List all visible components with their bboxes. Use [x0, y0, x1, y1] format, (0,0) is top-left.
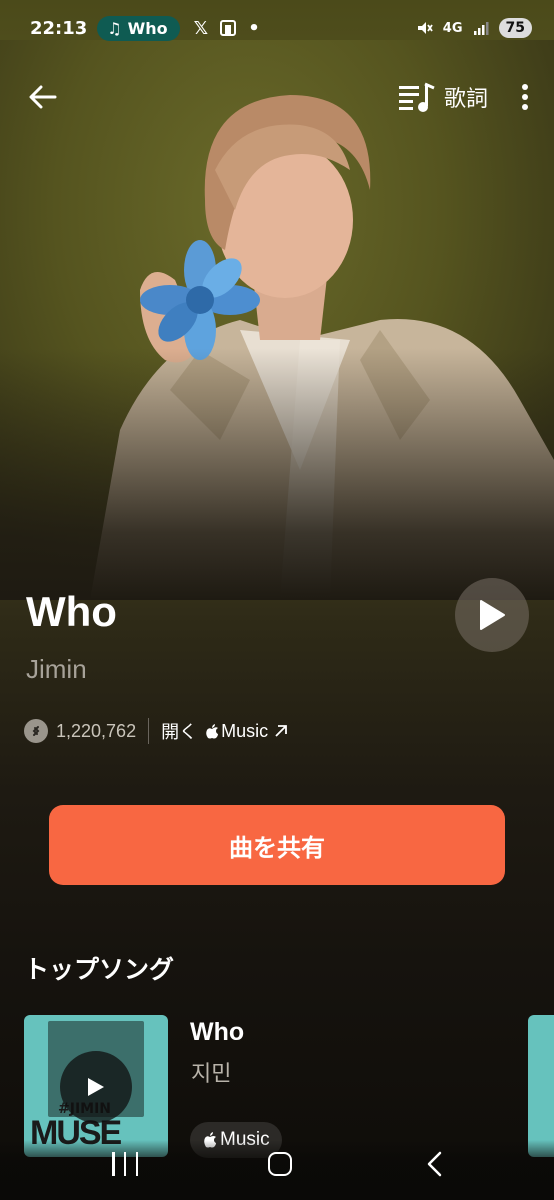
now-playing-label: Who [127, 18, 168, 38]
battery-indicator: 75 [498, 18, 532, 38]
shazam-icon [24, 719, 48, 743]
shazam-count: 1,220,762 [56, 720, 137, 741]
x-icon: 𝕏 [193, 17, 209, 39]
play-button[interactable] [455, 578, 529, 652]
more-options-button[interactable] [518, 82, 532, 112]
status-time: 22:13 [30, 17, 88, 39]
section-title-top-songs: トップソング [24, 955, 175, 984]
more-vertical-icon [522, 84, 528, 110]
network-label: 4G [442, 20, 463, 36]
external-link-icon [275, 725, 287, 737]
recents-button[interactable] [112, 1152, 138, 1176]
divider [148, 718, 150, 744]
dot-icon: • [248, 17, 260, 39]
lyrics-label: 歌詞 [443, 87, 488, 112]
meta-row: 1,220,762 開く Music [24, 718, 288, 744]
song-title: Who [26, 588, 117, 635]
hero-gradient-overlay [0, 40, 554, 600]
screen: 22:13 ♫ Who 𝕏 • 4G 75 歌詞 Who Jimin 1,220… [0, 0, 554, 1200]
next-song-artwork[interactable] [528, 1015, 554, 1157]
open-label[interactable]: 開く [161, 718, 197, 744]
card-play-button[interactable] [60, 1051, 132, 1123]
top-song-artist: 지민 [191, 1062, 232, 1087]
play-icon [88, 1078, 104, 1096]
signal-icon [473, 22, 489, 35]
hero-artwork [0, 40, 554, 600]
arrow-left-icon [29, 85, 57, 109]
status-bar: 22:13 ♫ Who 𝕏 • 4G 75 [0, 0, 554, 56]
cast-icon [220, 20, 237, 36]
share-song-button[interactable]: 曲を共有 [49, 805, 505, 885]
top-nav: 歌詞 [0, 72, 554, 122]
play-icon [480, 600, 505, 630]
mute-icon [417, 22, 433, 34]
apple-icon [206, 724, 219, 739]
music-note-icon: ♫ [107, 18, 122, 38]
back-button[interactable] [28, 82, 58, 112]
song-artist[interactable]: Jimin [26, 654, 87, 685]
apple-music-link[interactable]: Music [205, 721, 268, 742]
top-song-artwork[interactable]: #JIMIN MUSE [24, 1015, 168, 1157]
chevron-left-icon [427, 1151, 442, 1177]
lyrics-icon [398, 82, 435, 112]
apple-music-label: Music [221, 720, 269, 741]
top-song-title[interactable]: Who [190, 1018, 244, 1047]
system-icons: 4G 75 [415, 18, 532, 38]
lyrics-button[interactable]: 歌詞 [398, 81, 488, 113]
home-button[interactable] [268, 1152, 292, 1176]
now-playing-pill[interactable]: ♫ Who [97, 15, 180, 41]
system-back-button[interactable] [424, 1150, 444, 1182]
notification-icons: 𝕏 • [194, 18, 260, 39]
